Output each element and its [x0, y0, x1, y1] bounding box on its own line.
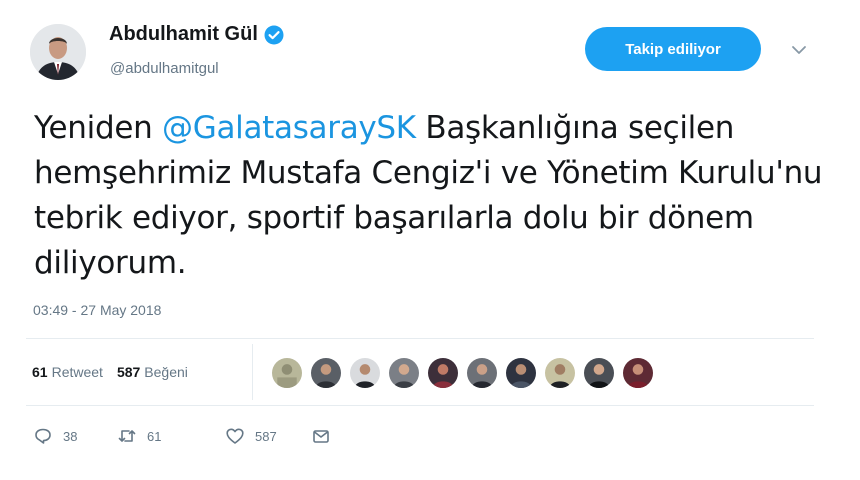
retweet-stat[interactable]: 61 Retweet	[32, 364, 103, 380]
display-name[interactable]: Abdulhamit Gül	[109, 23, 258, 46]
tweet-stats: 61 Retweet 587 Beğeni	[32, 364, 188, 380]
reply-button[interactable]: 38	[33, 426, 117, 446]
liker-avatar[interactable]	[309, 356, 343, 390]
liker-avatar[interactable]	[465, 356, 499, 390]
like-count: 587	[255, 428, 277, 444]
retweet-button[interactable]: 61	[117, 426, 225, 446]
liker-avatar[interactable]	[582, 356, 616, 390]
like-stat[interactable]: 587 Beğeni	[117, 364, 188, 380]
avatar[interactable]	[30, 24, 86, 80]
mention-link[interactable]: @GalatasaraySK	[162, 110, 416, 146]
tweet-timestamp[interactable]: 03:49 - 27 May 2018	[33, 302, 161, 318]
tweet-text: Yeniden @GalatasaraySK Başkanlığına seçi…	[34, 106, 834, 286]
chevron-down-icon[interactable]	[789, 40, 809, 60]
stats-separator	[252, 344, 253, 400]
retweet-stat-count: 61	[32, 364, 48, 380]
liker-avatar[interactable]	[270, 356, 304, 390]
user-handle[interactable]: @abdulhamitgul	[110, 60, 219, 77]
liker-avatar[interactable]	[621, 356, 655, 390]
liker-avatar[interactable]	[504, 356, 538, 390]
direct-message-button[interactable]	[311, 426, 331, 446]
like-stat-count: 587	[116, 364, 141, 380]
liker-avatar[interactable]	[348, 356, 382, 390]
tweet-actions: 38 61 587	[33, 426, 331, 446]
reply-icon	[35, 428, 51, 444]
envelope-icon	[313, 430, 329, 443]
liker-avatar[interactable]	[387, 356, 421, 390]
tweet-card: Abdulhamit Gül @abdulhamitgul Takip edil…	[0, 0, 860, 480]
like-stat-label: Beğeni	[144, 364, 188, 380]
retweet-stat-label: Retweet	[51, 364, 103, 380]
retweet-icon	[118, 430, 136, 442]
divider	[26, 338, 814, 339]
reply-count: 38	[63, 428, 78, 444]
liker-avatar[interactable]	[426, 356, 460, 390]
retweet-count: 61	[147, 428, 162, 444]
like-button[interactable]: 587	[225, 426, 311, 446]
heart-icon	[226, 428, 244, 444]
liker-avatars	[270, 356, 655, 390]
verified-badge-icon	[264, 25, 284, 45]
divider	[26, 405, 814, 406]
following-button[interactable]: Takip ediliyor	[585, 27, 761, 71]
tweet-text-plain: Yeniden	[34, 110, 163, 146]
liker-avatar[interactable]	[543, 356, 577, 390]
display-name-row[interactable]: Abdulhamit Gül	[109, 23, 284, 46]
